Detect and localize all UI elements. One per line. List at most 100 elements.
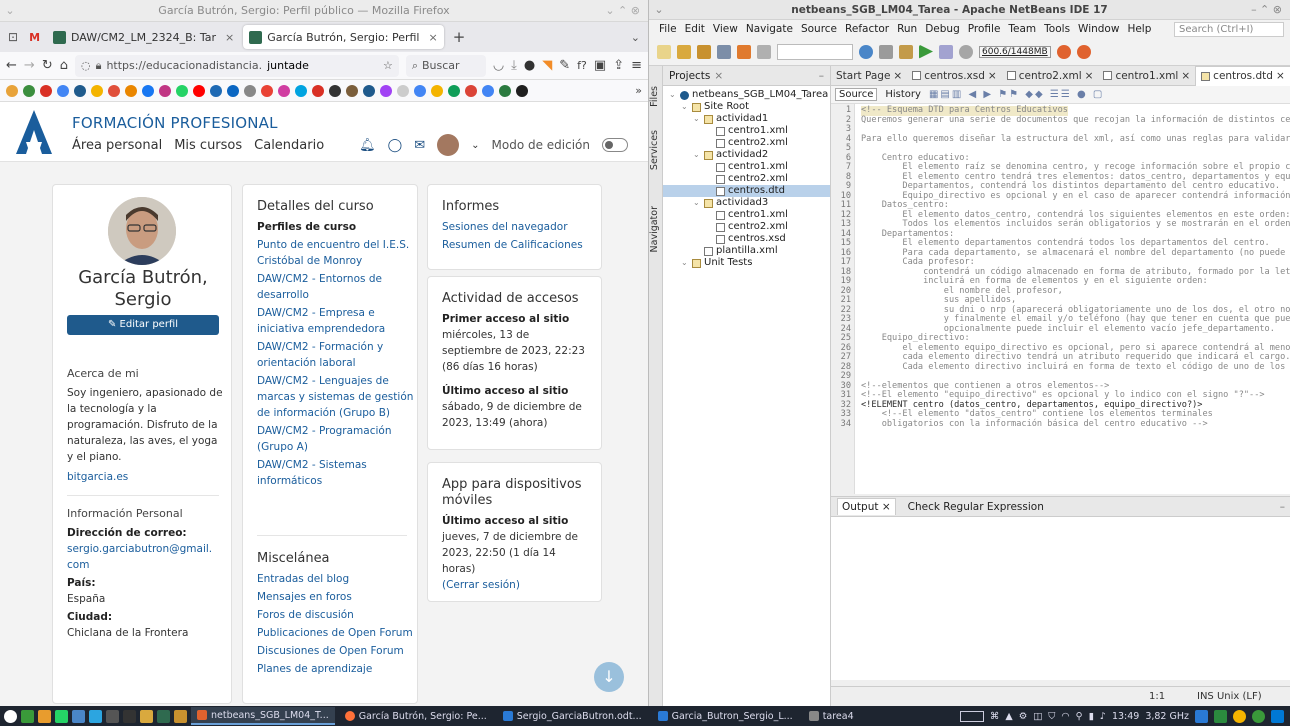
- close-icon[interactable]: ×: [714, 70, 723, 82]
- pycharm-icon[interactable]: [1214, 709, 1227, 723]
- task-folder[interactable]: tarea4: [803, 707, 860, 725]
- formula-icon[interactable]: f?: [577, 59, 587, 72]
- home-icon[interactable]: ⌂: [60, 58, 68, 73]
- course-link[interactable]: DAW/CM2 - Programación (Grupo A): [257, 423, 415, 455]
- report-link[interactable]: Sesiones del navegador: [442, 219, 600, 235]
- menu-help[interactable]: Help: [1127, 23, 1151, 35]
- task-netbeans[interactable]: netbeans_SGB_LM04_T...: [191, 707, 335, 725]
- tree-node-file[interactable]: centros.dtd: [663, 185, 830, 197]
- tab-daw-course[interactable]: DAW/CM2_LM_2324_B: Tar ×: [47, 25, 240, 49]
- misc-link[interactable]: Discusiones de Open Forum: [257, 643, 415, 659]
- task-firefox[interactable]: García Butrón, Sergio: Pe...: [339, 707, 493, 725]
- expand-toggle-icon[interactable]: ⌄: [681, 257, 689, 269]
- clock[interactable]: 13:49: [1112, 711, 1139, 722]
- bookmark-icon[interactable]: [329, 84, 341, 97]
- tree-node-file[interactable]: centros.xsd: [663, 233, 830, 245]
- course-link[interactable]: DAW/CM2 - Entornos de desarrollo: [257, 271, 415, 303]
- download-icon[interactable]: ⤓: [511, 58, 517, 73]
- files-icon[interactable]: [38, 709, 51, 723]
- bookmark-icon[interactable]: [176, 84, 188, 97]
- menu-view[interactable]: View: [713, 23, 738, 35]
- redo-icon[interactable]: [757, 44, 771, 59]
- nav-calendario[interactable]: Calendario: [254, 138, 324, 153]
- fp-logo-icon[interactable]: [14, 108, 54, 156]
- music-icon[interactable]: [72, 709, 85, 723]
- debug-icon[interactable]: [939, 44, 953, 59]
- window-menu-icon[interactable]: ⌄: [649, 3, 669, 16]
- course-link[interactable]: DAW/CM2 - Lenguajes de marcas y sistemas…: [257, 373, 415, 421]
- list-all-tabs-icon[interactable]: ⌄: [631, 31, 640, 44]
- projects-tab[interactable]: Projects × –: [663, 66, 830, 86]
- bookmark-icon[interactable]: [227, 84, 239, 97]
- navigator-side-tab[interactable]: Navigator: [649, 206, 660, 252]
- bookmark-icon[interactable]: [312, 84, 324, 97]
- photos-icon[interactable]: [140, 709, 153, 723]
- tree-node-file[interactable]: centro1.xml: [663, 161, 830, 173]
- tree-node-file[interactable]: centro1.xml: [663, 125, 830, 137]
- menu-profile[interactable]: Profile: [968, 23, 1001, 35]
- bookmark-icon[interactable]: [142, 84, 154, 97]
- reload-icon[interactable]: ↻: [42, 58, 53, 73]
- files-side-tab[interactable]: Files: [649, 86, 660, 107]
- open-project-icon[interactable]: [697, 44, 711, 59]
- start-menu-icon[interactable]: [4, 709, 17, 723]
- check-regex-tab[interactable]: Check Regular Expression: [908, 501, 1044, 513]
- bookmark-icon[interactable]: [499, 84, 511, 97]
- workspace-switcher-icon[interactable]: [959, 710, 984, 722]
- bookmark-icon[interactable]: [431, 84, 443, 97]
- menu-file[interactable]: File: [659, 23, 677, 35]
- telegram-icon[interactable]: [89, 709, 102, 723]
- chrome-icon[interactable]: [1233, 709, 1246, 723]
- bookmark-icon[interactable]: [278, 84, 290, 97]
- terminal-icon[interactable]: [106, 709, 119, 723]
- desktop-icon[interactable]: [21, 709, 34, 723]
- editor-icon[interactable]: [123, 709, 136, 723]
- pocket-icon[interactable]: ◡: [493, 58, 504, 73]
- bookmark-icon[interactable]: [397, 84, 409, 97]
- site-brand[interactable]: FORMACIÓN PROFESIONAL: [72, 114, 278, 132]
- whatsapp-icon[interactable]: [55, 709, 68, 723]
- bookmark-icon[interactable]: [516, 84, 528, 97]
- gmail-pinned-tab[interactable]: M: [25, 31, 44, 44]
- task-writer-odt[interactable]: Sergio_GarciaButron.odt...: [497, 707, 648, 725]
- tree-node-folder[interactable]: ⌄ actividad1: [663, 113, 830, 125]
- tree-node-file[interactable]: centro2.xml: [663, 221, 830, 233]
- window-controls[interactable]: – ⌃ ⊗: [1230, 3, 1290, 16]
- tab-centros-xsd[interactable]: centros.xsd ×: [907, 66, 1002, 86]
- menu-edit[interactable]: Edit: [685, 23, 705, 35]
- bookmark-icon[interactable]: [125, 84, 137, 97]
- bookmark-icon[interactable]: [261, 84, 273, 97]
- website-link[interactable]: bitgarcia.es: [67, 471, 128, 483]
- bluetooth-icon[interactable]: ⌘: [990, 711, 1000, 722]
- new-file-icon[interactable]: [657, 44, 671, 59]
- hamburger-menu-icon[interactable]: ≡: [631, 58, 642, 73]
- location-icon[interactable]: ⚲: [1076, 711, 1083, 722]
- tree-node-file[interactable]: plantilla.xml: [663, 245, 830, 257]
- minimize-icon[interactable]: –: [819, 70, 824, 82]
- extensions-puzzle-icon[interactable]: ✎: [559, 58, 570, 73]
- bookmark-icon[interactable]: [414, 84, 426, 97]
- close-tab-icon[interactable]: ×: [428, 31, 437, 44]
- bookmark-icon[interactable]: [346, 84, 358, 97]
- tree-node-file[interactable]: centro2.xml: [663, 137, 830, 149]
- network-status-icon[interactable]: [1252, 709, 1265, 723]
- course-link[interactable]: DAW/CM2 - Empresa e iniciativa emprended…: [257, 305, 415, 337]
- course-link[interactable]: DAW/CM2 - Formación y orientación labora…: [257, 339, 415, 371]
- extension-icon[interactable]: ●: [524, 58, 535, 73]
- tree-node-file[interactable]: centro1.xml: [663, 209, 830, 221]
- course-link[interactable]: Punto de encuentro del I.E.S. Cristóbal …: [257, 237, 415, 269]
- menu-tools[interactable]: Tools: [1044, 23, 1070, 35]
- history-tab[interactable]: History: [885, 89, 921, 100]
- menu-debug[interactable]: Debug: [925, 23, 960, 35]
- run-icon[interactable]: [919, 44, 933, 59]
- nav-area-personal[interactable]: Área personal: [72, 138, 162, 153]
- bookmark-icon[interactable]: [244, 84, 256, 97]
- clipboard-icon[interactable]: ◫: [1033, 711, 1042, 722]
- misc-link[interactable]: Publicaciones de Open Forum: [257, 625, 415, 641]
- bookmark-icon[interactable]: [91, 84, 103, 97]
- bookmark-icon[interactable]: [6, 84, 18, 97]
- edit-mode-toggle[interactable]: [602, 138, 628, 152]
- share-icon[interactable]: ⇪: [613, 58, 624, 73]
- close-tab-icon[interactable]: ×: [225, 31, 234, 44]
- bookmark-icon[interactable]: [159, 84, 171, 97]
